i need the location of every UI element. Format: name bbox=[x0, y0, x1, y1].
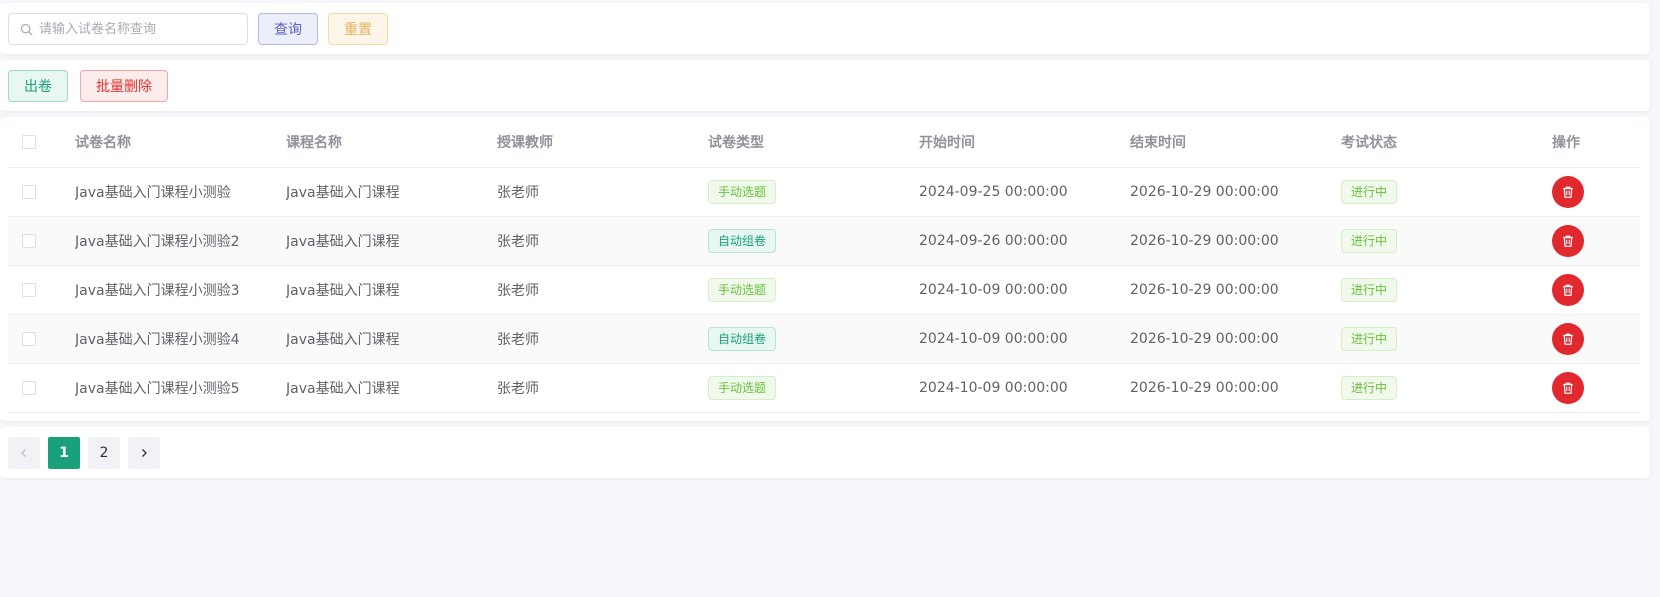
action-bar: 出卷 批量删除 bbox=[0, 60, 1650, 111]
row-checkbox[interactable] bbox=[22, 184, 36, 199]
status-badge: 进行中 bbox=[1341, 228, 1398, 253]
pagination: 1 2 bbox=[0, 427, 1650, 478]
exam-name-cell: Java基础入门课程小测验2 bbox=[75, 216, 286, 266]
column-header-exam-type: 试卷类型 bbox=[708, 117, 919, 168]
teacher-cell: 张老师 bbox=[497, 216, 708, 266]
create-exam-button[interactable]: 出卷 bbox=[8, 70, 68, 102]
exam-table: 试卷名称 课程名称 授课教师 试卷类型 开始时间 结束时间 考试状态 操作 Ja… bbox=[8, 117, 1640, 413]
delete-button[interactable] bbox=[1552, 224, 1584, 257]
table-row: Java基础入门课程小测验 Java基础入门课程 张老师 手动选题 2024-0… bbox=[8, 167, 1640, 217]
next-page-button[interactable] bbox=[128, 437, 160, 469]
end-time-cell: 2026-10-29 00:00:00 bbox=[1130, 363, 1341, 413]
row-checkbox[interactable] bbox=[22, 282, 36, 297]
status-badge: 进行中 bbox=[1341, 326, 1398, 351]
select-all-checkbox[interactable] bbox=[22, 134, 36, 149]
exam-name-cell: Java基础入门课程小测验3 bbox=[75, 265, 286, 315]
table-row: Java基础入门课程小测验5 Java基础入门课程 张老师 手动选题 2024-… bbox=[8, 363, 1640, 413]
exam-type-tag: 自动组卷 bbox=[708, 228, 777, 253]
reset-button[interactable]: 重置 bbox=[328, 13, 388, 45]
query-button[interactable]: 查询 bbox=[258, 13, 318, 45]
exam-name-cell: Java基础入门课程小测验5 bbox=[75, 363, 286, 413]
teacher-cell: 张老师 bbox=[497, 265, 708, 315]
column-header-end-time: 结束时间 bbox=[1130, 117, 1341, 168]
column-header-course-name: 课程名称 bbox=[286, 117, 497, 168]
row-checkbox[interactable] bbox=[22, 233, 36, 248]
delete-button[interactable] bbox=[1552, 273, 1584, 306]
search-bar: 查询 重置 bbox=[0, 3, 1650, 54]
course-name-cell: Java基础入门课程 bbox=[286, 314, 497, 364]
delete-button[interactable] bbox=[1552, 371, 1584, 404]
search-icon bbox=[20, 23, 33, 35]
course-name-cell: Java基础入门课程 bbox=[286, 167, 497, 217]
search-field[interactable] bbox=[8, 13, 248, 45]
exam-type-tag: 手动选题 bbox=[708, 375, 777, 400]
column-header-status: 考试状态 bbox=[1341, 117, 1552, 168]
start-time-cell: 2024-09-25 00:00:00 bbox=[919, 167, 1130, 217]
status-badge: 进行中 bbox=[1341, 277, 1398, 302]
trash-icon bbox=[1563, 333, 1573, 345]
column-header-exam-name: 试卷名称 bbox=[75, 117, 286, 168]
page-button-1[interactable]: 1 bbox=[48, 437, 80, 469]
teacher-cell: 张老师 bbox=[497, 314, 708, 364]
start-time-cell: 2024-10-09 00:00:00 bbox=[919, 363, 1130, 413]
trash-icon bbox=[1563, 382, 1573, 394]
chevron-left-icon bbox=[21, 449, 26, 457]
start-time-cell: 2024-10-09 00:00:00 bbox=[919, 314, 1130, 364]
row-checkbox[interactable] bbox=[22, 331, 36, 346]
end-time-cell: 2026-10-29 00:00:00 bbox=[1130, 216, 1341, 266]
batch-delete-button[interactable]: 批量删除 bbox=[80, 70, 168, 102]
delete-button[interactable] bbox=[1552, 175, 1584, 208]
teacher-cell: 张老师 bbox=[497, 167, 708, 217]
page-button-2[interactable]: 2 bbox=[88, 437, 120, 469]
chevron-right-icon bbox=[142, 449, 147, 457]
table-header-row: 试卷名称 课程名称 授课教师 试卷类型 开始时间 结束时间 考试状态 操作 bbox=[8, 117, 1640, 168]
status-badge: 进行中 bbox=[1341, 375, 1398, 400]
prev-page-button[interactable] bbox=[8, 437, 40, 469]
exam-name-cell: Java基础入门课程小测验 bbox=[75, 167, 286, 217]
table-row: Java基础入门课程小测验2 Java基础入门课程 张老师 自动组卷 2024-… bbox=[8, 216, 1640, 266]
teacher-cell: 张老师 bbox=[497, 363, 708, 413]
trash-icon bbox=[1563, 186, 1573, 198]
trash-icon bbox=[1563, 284, 1573, 296]
trash-icon bbox=[1563, 235, 1573, 247]
column-header-actions: 操作 bbox=[1552, 117, 1640, 168]
course-name-cell: Java基础入门课程 bbox=[286, 265, 497, 315]
exam-name-cell: Java基础入门课程小测验4 bbox=[75, 314, 286, 364]
course-name-cell: Java基础入门课程 bbox=[286, 363, 497, 413]
status-badge: 进行中 bbox=[1341, 179, 1398, 204]
row-checkbox[interactable] bbox=[22, 380, 36, 395]
exam-type-tag: 手动选题 bbox=[708, 179, 777, 204]
column-header-teacher: 授课教师 bbox=[497, 117, 708, 168]
end-time-cell: 2026-10-29 00:00:00 bbox=[1130, 265, 1341, 315]
table-row: Java基础入门课程小测验3 Java基础入门课程 张老师 手动选题 2024-… bbox=[8, 265, 1640, 315]
select-all-cell bbox=[8, 117, 75, 168]
end-time-cell: 2026-10-29 00:00:00 bbox=[1130, 314, 1341, 364]
course-name-cell: Java基础入门课程 bbox=[286, 216, 497, 266]
table-row: Java基础入门课程小测验4 Java基础入门课程 张老师 自动组卷 2024-… bbox=[8, 314, 1640, 364]
delete-button[interactable] bbox=[1552, 322, 1584, 355]
start-time-cell: 2024-09-26 00:00:00 bbox=[919, 216, 1130, 266]
start-time-cell: 2024-10-09 00:00:00 bbox=[919, 265, 1130, 315]
end-time-cell: 2026-10-29 00:00:00 bbox=[1130, 167, 1341, 217]
column-header-start-time: 开始时间 bbox=[919, 117, 1130, 168]
exam-type-tag: 手动选题 bbox=[708, 277, 777, 302]
exam-type-tag: 自动组卷 bbox=[708, 326, 777, 351]
exam-table-card: 试卷名称 课程名称 授课教师 试卷类型 开始时间 结束时间 考试状态 操作 Ja… bbox=[0, 117, 1650, 421]
search-input[interactable] bbox=[39, 15, 239, 43]
